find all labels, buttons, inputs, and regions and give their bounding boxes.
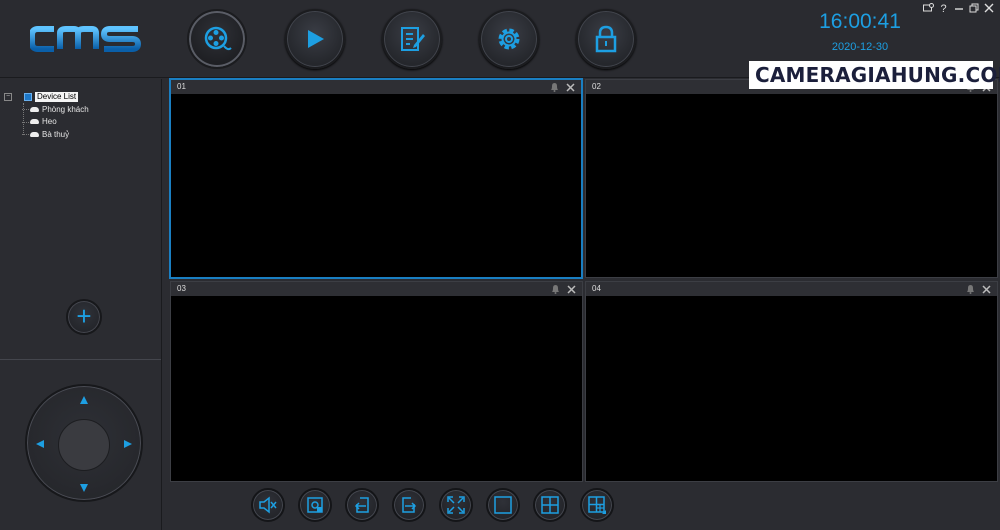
bottom-toolbar — [169, 483, 1000, 530]
alarm-bell-icon[interactable] — [551, 284, 560, 294]
play-icon — [308, 30, 324, 48]
panel-divider — [0, 359, 161, 360]
plus-icon: + — [76, 300, 92, 331]
fullscreen-button[interactable] — [439, 488, 473, 522]
minimize-icon[interactable] — [953, 3, 964, 15]
device-item[interactable]: Phòng khách — [22, 103, 89, 116]
close-icon[interactable] — [983, 3, 994, 15]
single-view-button[interactable] — [486, 488, 520, 522]
ptz-right-button[interactable] — [120, 436, 136, 452]
restore-icon[interactable] — [968, 3, 979, 15]
video-pane-04[interactable]: 04 — [585, 281, 998, 482]
cms-logo — [30, 26, 142, 52]
settings-nav-button[interactable] — [479, 9, 539, 69]
video-grid: 01 02 03 04 — [169, 78, 1000, 483]
close-pane-icon[interactable] — [567, 284, 576, 294]
device-item[interactable]: Bà thuỷ — [22, 128, 89, 141]
collapse-icon[interactable]: − — [4, 93, 12, 101]
device-label: Bà thuỷ — [42, 129, 70, 139]
close-pane-icon[interactable] — [566, 82, 575, 92]
film-reel-icon — [204, 26, 232, 51]
device-label: Phòng khách — [42, 104, 89, 114]
arrow-left-icon — [36, 440, 44, 448]
ptz-control-pad — [25, 384, 143, 502]
device-label: Heo — [42, 117, 57, 127]
device-tree: − Device List Phòng khách Heo Bà thuỷ — [4, 91, 89, 141]
pane-number: 03 — [177, 284, 186, 293]
arrow-down-icon — [80, 484, 88, 492]
arrow-up-icon — [80, 396, 88, 404]
lock-icon — [595, 25, 617, 53]
snapshot-button[interactable] — [298, 488, 332, 522]
cloud-icon — [30, 119, 39, 125]
cloud-icon — [30, 131, 39, 137]
live-view-nav-button[interactable] — [187, 9, 247, 69]
next-page-icon — [402, 497, 417, 513]
date: 2020-12-30 — [831, 41, 889, 53]
ptz-down-button[interactable] — [76, 480, 92, 496]
ptz-up-button[interactable] — [76, 392, 92, 408]
add-device-button[interactable]: + — [66, 299, 102, 335]
previous-page-button[interactable] — [345, 488, 379, 522]
next-page-button[interactable] — [392, 488, 426, 522]
lock-nav-button[interactable] — [576, 9, 636, 69]
camera-settings-icon[interactable] — [923, 3, 934, 15]
alarm-bell-icon[interactable] — [550, 82, 559, 92]
pane-header: 03 — [171, 282, 582, 296]
quad-view-button[interactable] — [533, 488, 567, 522]
alarm-bell-icon[interactable] — [966, 284, 975, 294]
multi-view-icon — [588, 496, 606, 514]
mute-button[interactable] — [251, 488, 285, 522]
playback-nav-button[interactable] — [285, 9, 345, 69]
multi-view-button[interactable] — [580, 488, 614, 522]
watermark-banner: CAMERAGIAHUNG.COM — [749, 61, 1000, 89]
ptz-left-button[interactable] — [32, 436, 48, 452]
device-list-icon — [24, 93, 32, 101]
mute-icon — [259, 496, 277, 514]
watermark-text: CAMERAGIAHUNG.COM — [755, 63, 1000, 87]
gear-icon — [498, 28, 520, 50]
video-pane-02[interactable]: 02 — [585, 79, 998, 278]
window-controls: ? — [923, 3, 994, 15]
log-nav-button[interactable] — [382, 9, 442, 69]
device-item[interactable]: Heo — [22, 116, 89, 129]
video-pane-01[interactable]: 01 — [169, 78, 583, 279]
video-pane-03[interactable]: 03 — [170, 281, 583, 482]
pane-number: 04 — [592, 284, 601, 293]
device-tree-root[interactable]: − Device List — [4, 91, 89, 103]
quad-view-icon — [541, 496, 559, 514]
cms-app-window: 16:00:41 2020-12-30 ? CAMERAGIAHUNG.COM — [0, 0, 1000, 530]
pane-header: 01 — [171, 80, 581, 94]
help-icon[interactable]: ? — [938, 3, 949, 15]
device-list-label[interactable]: Device List — [35, 92, 79, 102]
ptz-center-button[interactable] — [58, 419, 110, 471]
fullscreen-icon — [447, 496, 465, 514]
cloud-icon — [30, 106, 39, 112]
clock: 16:00:41 — [819, 10, 901, 33]
close-pane-icon[interactable] — [982, 284, 991, 294]
edit-document-icon — [401, 27, 425, 51]
previous-page-icon — [354, 497, 369, 513]
left-panel: − Device List Phòng khách Heo Bà thuỷ + — [0, 79, 162, 530]
pane-number: 02 — [592, 82, 601, 91]
single-view-icon — [494, 496, 512, 514]
pane-number: 01 — [177, 82, 186, 91]
arrow-right-icon — [124, 440, 132, 448]
pane-header: 04 — [586, 282, 997, 296]
snapshot-icon — [307, 497, 323, 513]
